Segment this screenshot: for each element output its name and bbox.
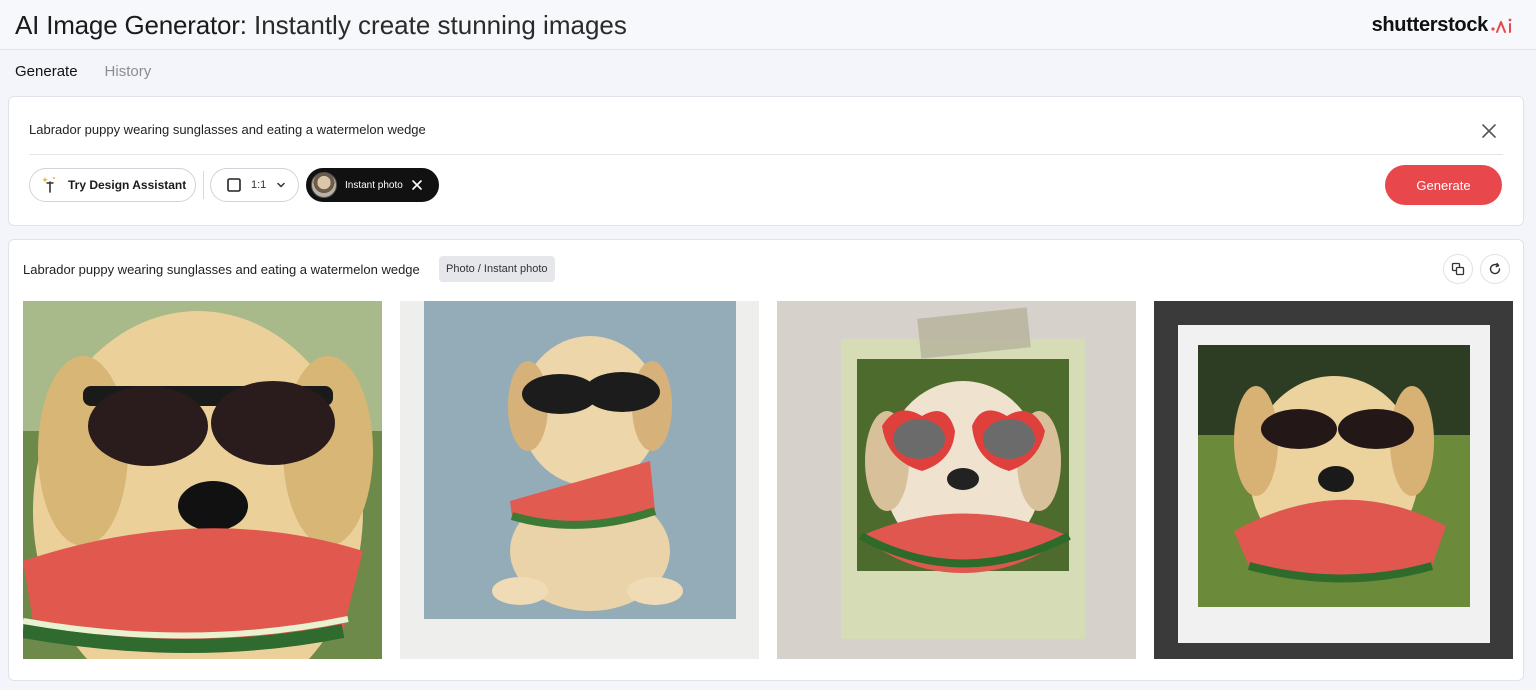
prompt-controls: Try Design Assistant 1:1 Instant photo — [29, 167, 439, 203]
close-icon[interactable] — [1479, 121, 1499, 141]
result-images-grid — [23, 301, 1513, 659]
prompt-panel: Labrador puppy wearing sunglasses and ea… — [8, 96, 1524, 226]
puppy-closeup-image — [23, 301, 382, 659]
page-title-bold: AI Image Generator: — [15, 10, 247, 40]
style-thumbnail — [311, 172, 337, 198]
style-badge: Photo / Instant photo — [439, 256, 555, 282]
app-header: AI Image Generator: Instantly create stu… — [0, 0, 1536, 50]
logo-text: shutterstock — [1371, 14, 1489, 36]
controls-divider — [203, 171, 204, 199]
prompt-input[interactable]: Labrador puppy wearing sunglasses and ea… — [29, 122, 426, 137]
remove-style-close-icon[interactable] — [411, 179, 423, 191]
result-prompt-text: Labrador puppy wearing sunglasses and ea… — [23, 262, 420, 277]
result-image-2[interactable] — [400, 301, 759, 659]
regenerate-button[interactable] — [1480, 254, 1510, 284]
compare-icon — [1451, 262, 1465, 276]
tab-bar: Generate History — [15, 62, 151, 84]
style-chip-instant-photo[interactable]: Instant photo — [306, 168, 439, 202]
square-ratio-icon — [227, 178, 241, 192]
generate-button[interactable]: Generate — [1385, 165, 1502, 205]
puppy-instant-photo-image — [400, 301, 759, 659]
tab-history[interactable]: History — [105, 62, 152, 84]
puppy-heart-glasses-image — [777, 301, 1136, 659]
prompt-divider — [29, 154, 1503, 155]
tab-generate[interactable]: Generate — [15, 62, 78, 84]
compare-button[interactable] — [1443, 254, 1473, 284]
logo-ai-mark-icon — [1491, 18, 1512, 33]
shutterstock-ai-logo[interactable]: shutterstock — [1372, 14, 1516, 37]
design-assistant-button[interactable]: Try Design Assistant — [29, 168, 196, 202]
style-chip-label: Instant photo — [345, 179, 403, 191]
aspect-ratio-select[interactable]: 1:1 — [210, 168, 299, 202]
chevron-down-icon — [277, 182, 286, 188]
page-title-subtitle: Instantly create stunning images — [246, 10, 627, 40]
sparkle-wand-icon — [42, 177, 55, 193]
result-image-3[interactable] — [777, 301, 1136, 659]
refresh-icon — [1489, 262, 1501, 275]
result-image-1[interactable] — [23, 301, 382, 659]
page-title: AI Image Generator: Instantly create stu… — [15, 9, 627, 41]
results-panel: Labrador puppy wearing sunglasses and ea… — [8, 239, 1524, 681]
aspect-ratio-label: 1:1 — [251, 179, 267, 191]
puppy-polaroid-image — [1154, 301, 1513, 659]
result-image-4[interactable] — [1154, 301, 1513, 659]
design-assistant-label: Try Design Assistant — [68, 178, 187, 192]
